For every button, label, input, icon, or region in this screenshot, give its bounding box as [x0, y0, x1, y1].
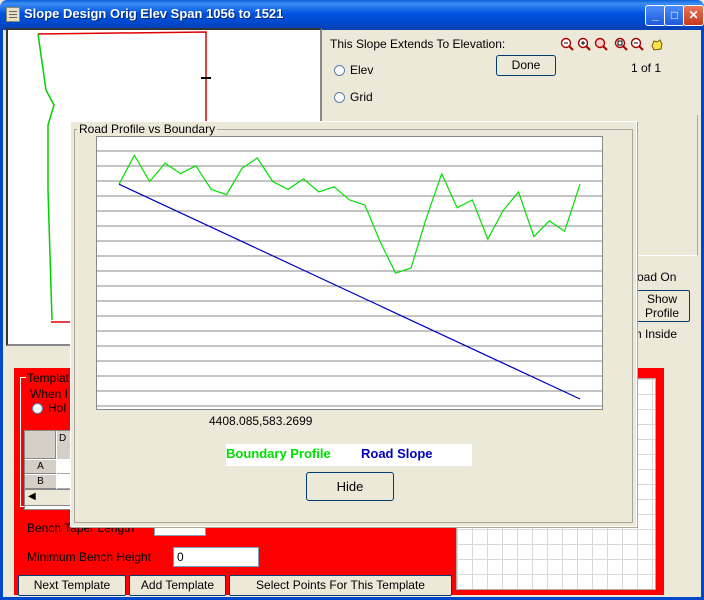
zoom-toolbar [560, 36, 664, 54]
page-indicator: 1 of 1 [631, 61, 662, 75]
when-label: When I [30, 387, 69, 401]
radio-elev[interactable] [334, 65, 345, 76]
grid-corner [25, 431, 56, 459]
close-icon: ✕ [688, 8, 699, 22]
chart-legend: Boundary Profile Road Slope [226, 444, 472, 466]
legend-boundary-profile: Boundary Profile [226, 446, 331, 461]
next-template-button[interactable]: Next Template [18, 575, 126, 596]
zoom-previous-icon[interactable] [630, 37, 645, 52]
zoom-in-icon[interactable] [577, 37, 592, 52]
zoom-out-icon[interactable] [560, 37, 575, 52]
profile-chart[interactable] [96, 136, 603, 410]
maximize-icon: □ [670, 8, 679, 22]
minimize-icon: _ [652, 8, 659, 22]
profile-dialog-title: Road Profile vs Boundary [77, 122, 218, 136]
zoom-window-icon[interactable] [594, 37, 609, 52]
radio-elev-label: Elev [350, 63, 374, 77]
grid-row-a[interactable]: A [25, 460, 56, 474]
scroll-left-icon[interactable]: ◀ [28, 491, 36, 502]
coordinate-readout: 4408.085,583.2699 [209, 414, 313, 428]
show-profile-line1: Show [646, 292, 678, 306]
minimize-button[interactable]: _ [645, 5, 666, 26]
min-bench-label: Minimum Bench Height [27, 550, 152, 564]
show-profile-line2: Profile [644, 306, 679, 320]
extends-label: This Slope Extends To Elevation: [330, 37, 506, 51]
select-points-button[interactable]: Select Points For This Template [229, 575, 452, 596]
window-frame-left [0, 30, 3, 600]
grid-row-b[interactable]: B [25, 475, 56, 489]
maximize-button[interactable]: □ [664, 5, 685, 26]
template-legend: Templat [26, 371, 71, 385]
radio-grid-label: Grid [350, 90, 373, 104]
inside-label: n Inside [635, 327, 678, 341]
grid-horizontal-scrollbar[interactable]: ◀ [24, 489, 72, 506]
window-title: Slope Design Orig Elev Span 1056 to 1521 [24, 6, 284, 21]
radio-hold[interactable] [32, 403, 43, 414]
series-line-road-slope [118, 183, 581, 400]
hold-label: Hol [48, 401, 67, 415]
min-bench-input[interactable]: 0 [173, 547, 259, 567]
show-profile-button[interactable]: Show Profile [634, 290, 690, 322]
close-button[interactable]: ✕ [683, 5, 704, 26]
hide-button[interactable]: Hide [306, 472, 394, 501]
profile-chart-svg [97, 150, 602, 407]
app-icon [6, 7, 20, 22]
add-template-button[interactable]: Add Template [129, 575, 226, 596]
radio-grid[interactable] [334, 92, 345, 103]
title-bar: Slope Design Orig Elev Span 1056 to 1521… [0, 0, 704, 30]
done-button[interactable]: Done [496, 55, 556, 76]
zoom-extents-icon[interactable] [614, 37, 629, 52]
pan-hand-icon[interactable] [649, 37, 664, 52]
road-on-label: oad On [637, 270, 677, 284]
legend-road-slope: Road Slope [361, 446, 433, 461]
road-profile-dialog: Road Profile vs Boundary 4408.085,583.26… [70, 121, 637, 527]
